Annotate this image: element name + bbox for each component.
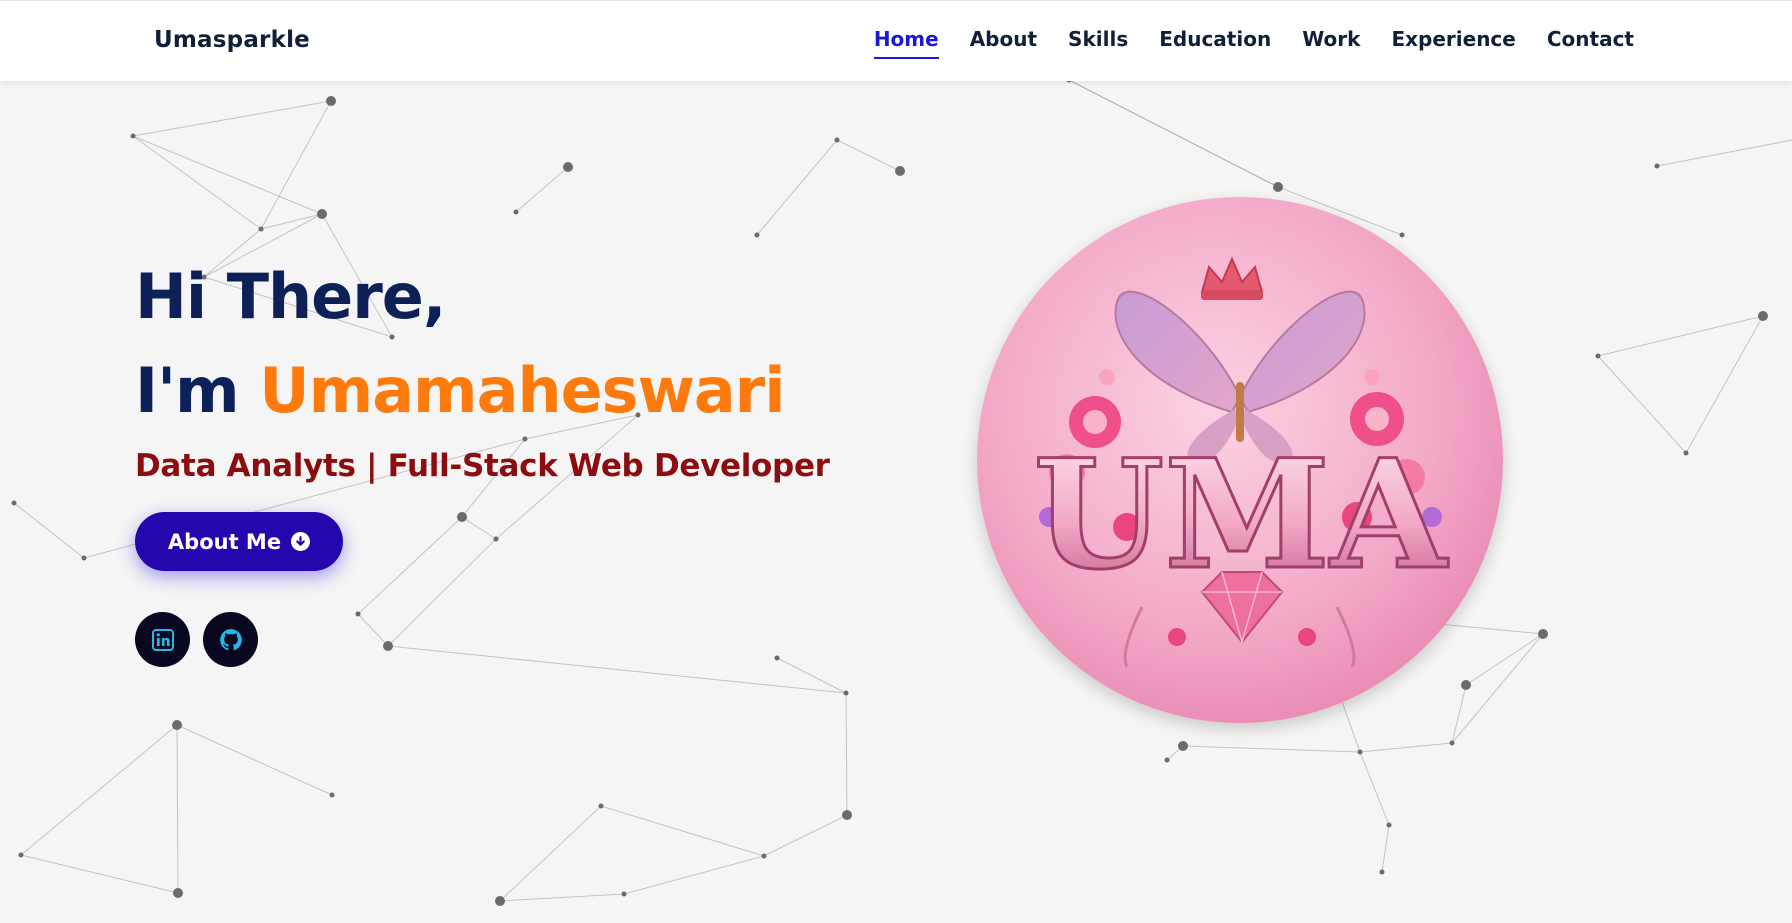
navbar: Umasparkle Home About Skills Education W… bbox=[0, 0, 1792, 81]
arrow-down-circle-icon bbox=[291, 532, 311, 551]
particle-node bbox=[834, 137, 840, 143]
hero-heading: I'm Umamaheswari bbox=[135, 344, 830, 438]
nav-link-about[interactable]: About bbox=[970, 27, 1037, 59]
particle-node bbox=[11, 500, 17, 506]
particle-node bbox=[1386, 822, 1392, 828]
particle-link bbox=[260, 213, 323, 230]
particle-link bbox=[132, 100, 332, 137]
particle-node bbox=[1654, 163, 1660, 169]
particle-link bbox=[1656, 139, 1792, 167]
particle-link bbox=[176, 724, 179, 894]
particle-link bbox=[260, 100, 332, 230]
particle-node bbox=[18, 852, 24, 858]
particle-link bbox=[20, 724, 178, 856]
particle-link bbox=[836, 139, 901, 172]
linkedin-link[interactable] bbox=[135, 612, 190, 667]
particle-link bbox=[1068, 79, 1279, 188]
hero-subtitle: Data Analyts | Full-Stack Web Developer bbox=[135, 448, 830, 484]
particle-node bbox=[317, 209, 327, 219]
about-me-button[interactable]: About Me bbox=[135, 512, 343, 571]
particle-link bbox=[1465, 633, 1544, 686]
particle-node bbox=[621, 891, 627, 897]
particle-link bbox=[1451, 633, 1544, 744]
particle-link bbox=[1166, 745, 1184, 761]
nav-link-skills[interactable]: Skills bbox=[1068, 27, 1128, 59]
particle-node bbox=[895, 166, 905, 176]
particle-link bbox=[1597, 315, 1764, 357]
brand-logo[interactable]: Umasparkle bbox=[154, 27, 310, 53]
particle-node bbox=[329, 792, 335, 798]
particle-link bbox=[499, 893, 625, 902]
particle-node bbox=[495, 896, 505, 906]
profile-avatar: UMA bbox=[977, 197, 1503, 723]
particle-link bbox=[1597, 355, 1687, 454]
particle-node bbox=[1683, 450, 1689, 456]
particle-node bbox=[258, 226, 264, 232]
nav-link-work[interactable]: Work bbox=[1302, 27, 1360, 59]
particle-node bbox=[81, 555, 87, 561]
particle-link bbox=[1182, 745, 1361, 753]
github-link[interactable] bbox=[203, 612, 258, 667]
particle-node bbox=[754, 232, 760, 238]
nav-link-contact[interactable]: Contact bbox=[1547, 27, 1634, 59]
nav-link-education[interactable]: Education bbox=[1159, 27, 1271, 59]
particle-node bbox=[842, 810, 852, 820]
hero-name: Umamaheswari bbox=[259, 354, 785, 427]
hero-greeting: Hi There, bbox=[135, 260, 446, 333]
particle-link bbox=[132, 135, 323, 215]
particle-link bbox=[1359, 742, 1453, 753]
nav-links: Home About Skills Education Work Experie… bbox=[873, 27, 1634, 59]
particle-node bbox=[563, 162, 573, 172]
hero-intro: I'm bbox=[135, 354, 240, 427]
particle-node bbox=[513, 209, 519, 215]
nav-link-experience[interactable]: Experience bbox=[1391, 27, 1515, 59]
particle-link bbox=[1685, 315, 1764, 454]
particle-link bbox=[515, 166, 569, 213]
about-me-button-label: About Me bbox=[167, 529, 282, 554]
particle-node bbox=[1449, 740, 1455, 746]
particle-link bbox=[13, 502, 85, 559]
particle-node bbox=[172, 720, 182, 730]
hero-section: Hi There, I'm Umamaheswari Data Analyts … bbox=[135, 250, 830, 667]
nav-link-home[interactable]: Home bbox=[873, 27, 939, 59]
github-icon bbox=[219, 628, 242, 650]
particle-link bbox=[623, 855, 765, 895]
particle-node bbox=[173, 888, 183, 898]
particle-link bbox=[845, 692, 848, 816]
particle-link bbox=[499, 805, 602, 902]
particle-node bbox=[326, 96, 336, 106]
particle-link bbox=[132, 135, 262, 230]
particle-node bbox=[1379, 869, 1385, 875]
particle-link bbox=[1381, 824, 1390, 873]
particle-node bbox=[843, 690, 849, 696]
particle-link bbox=[763, 814, 848, 857]
particle-node bbox=[1399, 232, 1405, 238]
particle-link bbox=[176, 724, 333, 796]
particle-node bbox=[1357, 749, 1363, 755]
particle-node bbox=[761, 853, 767, 859]
particle-node bbox=[1595, 353, 1601, 359]
particle-link bbox=[1359, 751, 1390, 826]
particle-node bbox=[1538, 629, 1548, 639]
linkedin-icon bbox=[151, 628, 174, 651]
particle-link bbox=[1451, 684, 1467, 744]
particle-link bbox=[600, 805, 765, 857]
particle-node bbox=[1164, 757, 1170, 763]
particle-link bbox=[756, 139, 838, 236]
social-links bbox=[135, 612, 830, 667]
particle-node bbox=[1758, 311, 1768, 321]
particle-node bbox=[1461, 680, 1471, 690]
particle-link bbox=[20, 854, 179, 894]
particle-node bbox=[130, 133, 136, 139]
particle-node bbox=[1178, 741, 1188, 751]
particle-node bbox=[598, 803, 604, 809]
particle-link bbox=[1068, 79, 1279, 188]
particle-node bbox=[1273, 182, 1283, 192]
